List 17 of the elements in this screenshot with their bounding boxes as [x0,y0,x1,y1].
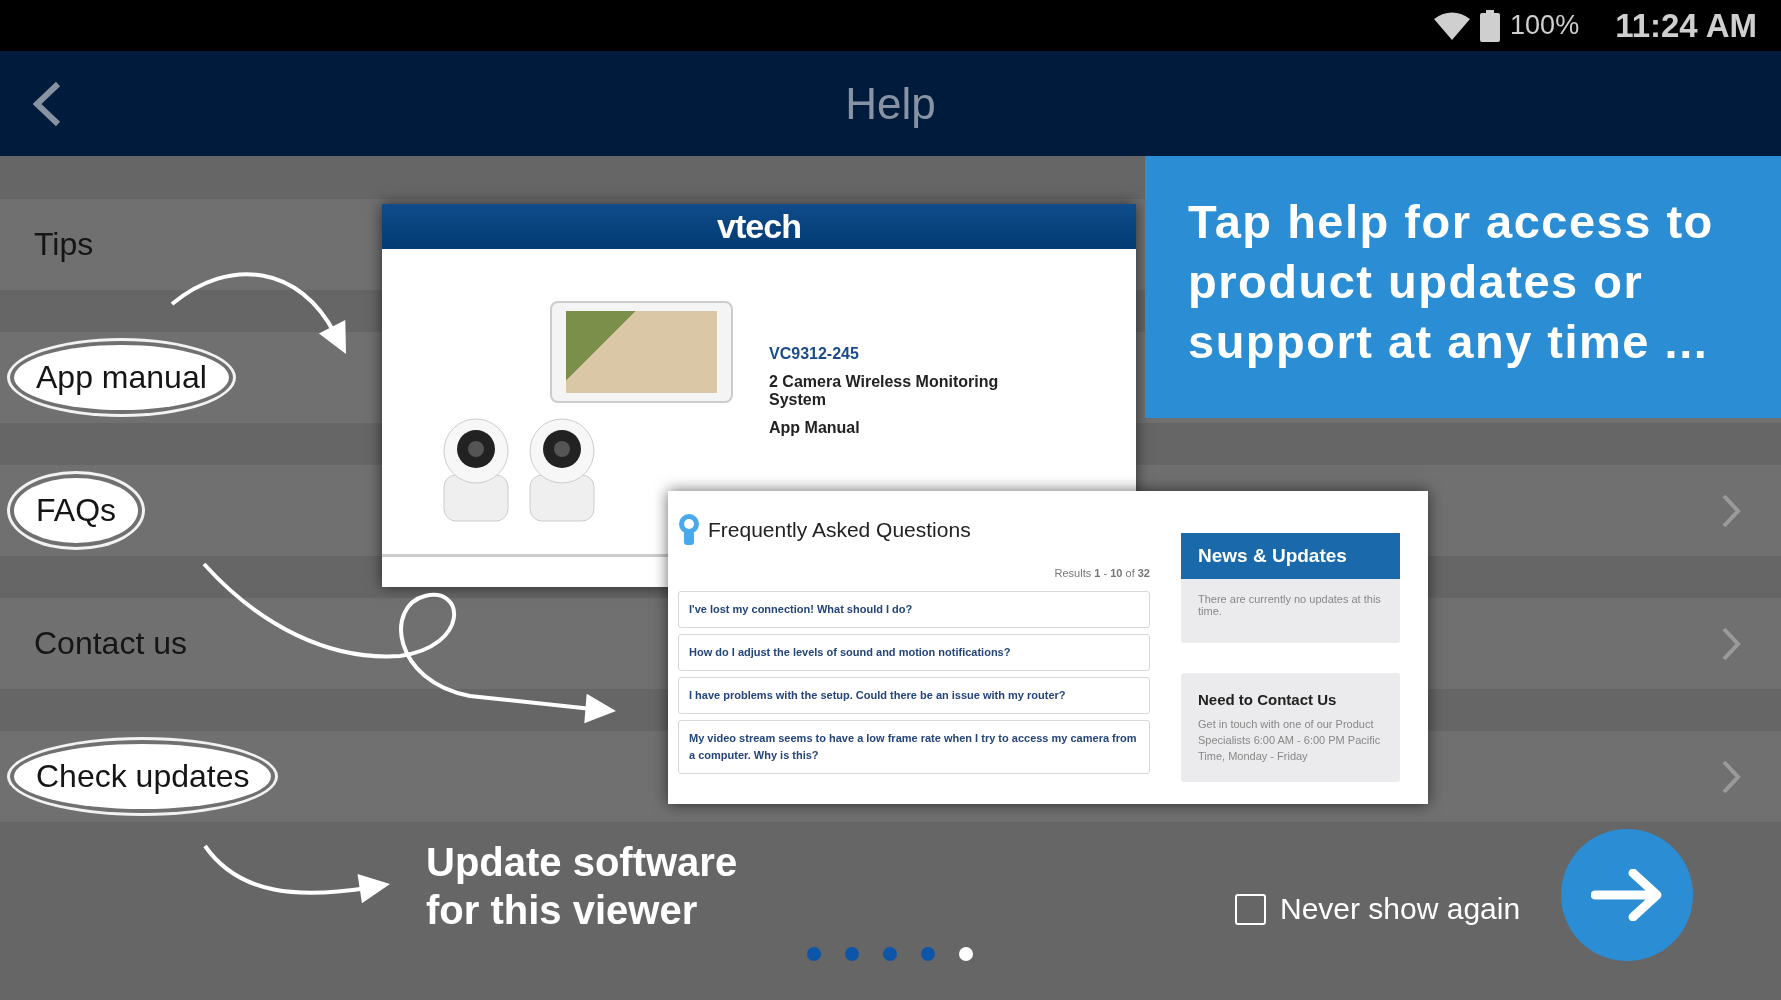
product-name: 2 Camera Wireless Monitoring System [769,373,1000,409]
clock: 11:24 AM [1615,6,1757,45]
menu-label: Tips [34,226,94,263]
caption-text: Update software for this viewer [426,839,739,934]
battery-level: 100% [1510,10,1580,41]
brand-logo: vtech [382,204,1136,249]
news-text: There are currently no updates at this time. [1197,592,1382,619]
document-title: App Manual [769,419,861,437]
menu-label: Contact us [34,625,187,662]
screen-title: Help [845,78,936,129]
results-count: Results 1 - 10 of 32 [1054,567,1150,579]
news-heading: News & Updates [1181,533,1400,579]
callout-tooltip: Tap help for access to product updates or support at any time ... [1145,156,1781,418]
model-number: VC9312-245 [769,345,860,363]
faq-title: Frequently Asked Questions [708,518,971,542]
contact-text: Get in touch with one of our Product Specialists 6:00 AM - 6:00 PM Pacific Time, Monday - Friday [1198,717,1382,764]
contact-heading: Need to Contact Us [1198,691,1338,708]
